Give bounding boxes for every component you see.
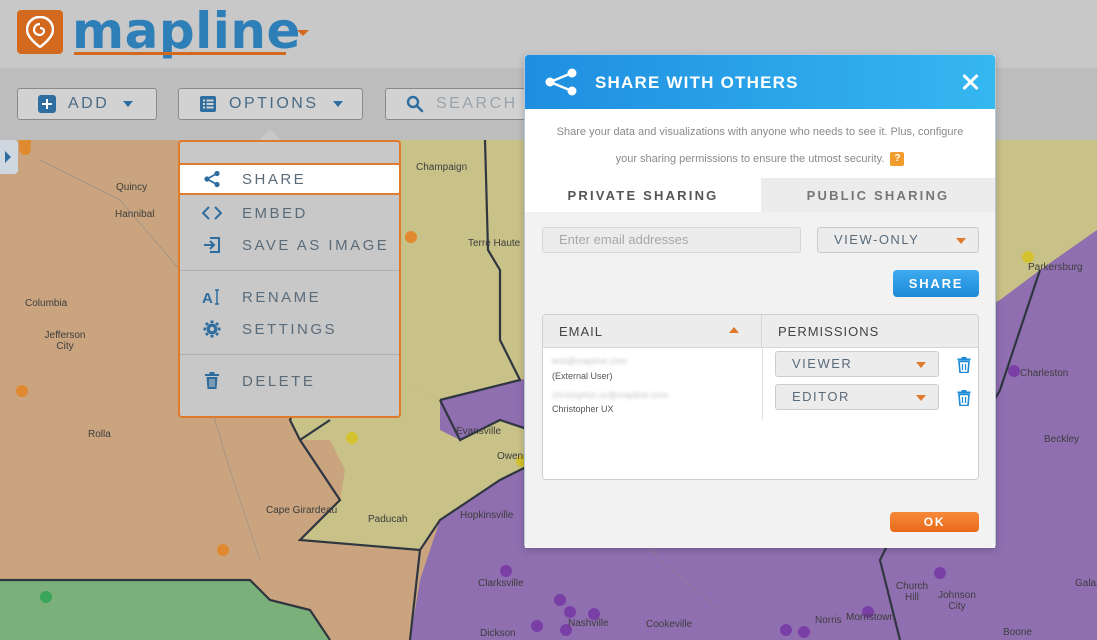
map-label: Clarksville	[478, 578, 524, 589]
map-label: Johnson City	[938, 590, 976, 612]
email-input[interactable]: Enter email addresses	[542, 227, 801, 253]
menu-divider	[180, 354, 399, 355]
list-icon	[200, 96, 216, 112]
menu-item-settings[interactable]: SETTINGS	[180, 313, 399, 345]
column-divider	[762, 348, 763, 420]
column-header-permissions: PERMISSIONS	[762, 315, 978, 348]
map-label: Rolla	[88, 429, 111, 440]
chevron-down-icon	[123, 101, 134, 107]
menu-item-label: SETTINGS	[242, 320, 338, 338]
add-button[interactable]: ADD	[17, 88, 157, 120]
share-icon	[545, 68, 577, 96]
menu-item-label: SHARE	[242, 170, 307, 188]
chevron-down-icon	[332, 101, 343, 107]
chevron-down-icon[interactable]	[297, 30, 309, 36]
ok-button[interactable]: OK	[890, 512, 979, 532]
modal-description: Share your data and visualizations with …	[525, 119, 995, 173]
map-label: Hopkinsville	[460, 510, 514, 521]
map-label: Quincy	[116, 182, 148, 193]
share-modal: SHARE WITH OTHERS Share your data and vi…	[524, 54, 996, 548]
description-line: Share your data and visualizations with …	[556, 126, 964, 138]
row-permission-value: EDITOR	[792, 389, 850, 404]
map-label: Jefferson City	[44, 330, 86, 352]
description-line: your sharing permissions to ensure the u…	[615, 153, 885, 165]
menu-item-label: RENAME	[242, 288, 322, 306]
map-label: Terre Haute	[468, 238, 521, 249]
map-label: Boone	[1003, 627, 1032, 638]
menu-divider	[180, 270, 399, 271]
row-permission-select[interactable]: VIEWER	[775, 351, 939, 377]
map-label: Galax	[1075, 578, 1097, 589]
shared-users-table: EMAIL PERMISSIONS test@mapline.com (Exte…	[542, 314, 979, 480]
tab-public-sharing[interactable]: PUBLIC SHARING	[761, 178, 995, 212]
map-label: Paducah	[368, 514, 408, 525]
help-icon[interactable]: ?	[890, 152, 905, 167]
menu-item-delete[interactable]: DELETE	[180, 365, 399, 397]
map-label: Hannibal	[115, 209, 155, 220]
private-sharing-panel: Enter email addresses VIEW-ONLY SHARE EM…	[525, 212, 995, 548]
gear-icon	[202, 319, 222, 339]
map-label: Nashville	[568, 618, 609, 629]
search-placeholder: SEARCH	[436, 95, 518, 112]
menu-item-share[interactable]: SHARE	[178, 163, 401, 195]
trash-icon	[202, 371, 222, 391]
row-permission-select[interactable]: EDITOR	[775, 384, 939, 410]
row-name: Christopher UX	[552, 404, 614, 414]
svg-text:A: A	[202, 290, 215, 306]
row-permission-value: VIEWER	[792, 356, 853, 371]
options-button[interactable]: OPTIONS	[178, 88, 363, 120]
tab-private-sharing[interactable]: PRIVATE SHARING	[525, 178, 761, 212]
map-label: Cape Girardeau	[266, 505, 338, 516]
trash-icon[interactable]	[957, 357, 971, 373]
code-icon	[202, 203, 222, 223]
map-label: Morristown	[846, 612, 895, 623]
map-label: Church Hill	[895, 581, 929, 603]
map-label: Beckley	[1044, 434, 1080, 445]
map-label: Norris	[815, 615, 842, 626]
share-icon	[202, 169, 222, 189]
chevron-down-icon	[956, 238, 966, 244]
column-header-email[interactable]: EMAIL	[543, 315, 762, 348]
search-icon	[406, 95, 424, 113]
map-label: Cookeville	[646, 619, 693, 630]
chevron-down-icon	[916, 362, 926, 368]
modal-title: SHARE WITH OTHERS	[595, 73, 799, 92]
row-name: (External User)	[552, 371, 613, 381]
column-header-label: EMAIL	[559, 324, 604, 339]
description-line-with-help: your sharing permissions to ensure the u…	[525, 146, 995, 173]
map-label: Evansville	[456, 426, 502, 437]
map-label: Charleston	[1020, 368, 1069, 379]
menu-item-save-as-image[interactable]: SAVE AS IMAGE	[180, 229, 399, 261]
permission-select-value: VIEW-ONLY	[834, 232, 920, 247]
search-input[interactable]: SEARCH	[385, 88, 535, 120]
panel-expand-tab[interactable]	[0, 140, 18, 174]
logo-underline	[74, 52, 286, 55]
menu-item-label: EMBED	[242, 204, 308, 222]
permission-select[interactable]: VIEW-ONLY	[817, 227, 979, 253]
row-email: test@mapline.com	[552, 356, 627, 366]
close-icon[interactable]	[961, 73, 979, 91]
chevron-down-icon	[916, 395, 926, 401]
row-email: christopher.ux@mapline.com	[552, 390, 669, 400]
menu-item-label: SAVE AS IMAGE	[242, 236, 390, 254]
map-label: Champaign	[416, 162, 468, 173]
share-button[interactable]: SHARE	[893, 270, 979, 297]
plus-icon	[38, 95, 56, 113]
export-icon	[202, 235, 222, 255]
menu-item-embed[interactable]: EMBED	[180, 197, 399, 229]
menu-item-rename[interactable]: A RENAME	[180, 281, 399, 313]
options-label: OPTIONS	[229, 95, 319, 112]
logo-icon[interactable]	[17, 10, 63, 54]
add-label: ADD	[68, 95, 110, 112]
menu-item-label: DELETE	[242, 372, 316, 390]
options-menu: SHARE EMBED SAVE AS IMAGE A RENAME SETTI…	[178, 140, 401, 418]
text-cursor-icon: A	[202, 287, 222, 307]
trash-icon[interactable]	[957, 390, 971, 406]
map-label: Columbia	[25, 298, 68, 309]
map-label: Dickson	[480, 628, 516, 639]
modal-header: SHARE WITH OTHERS	[525, 55, 995, 109]
map-label: Parkersburg	[1028, 262, 1083, 273]
sort-ascending-icon	[729, 327, 739, 333]
